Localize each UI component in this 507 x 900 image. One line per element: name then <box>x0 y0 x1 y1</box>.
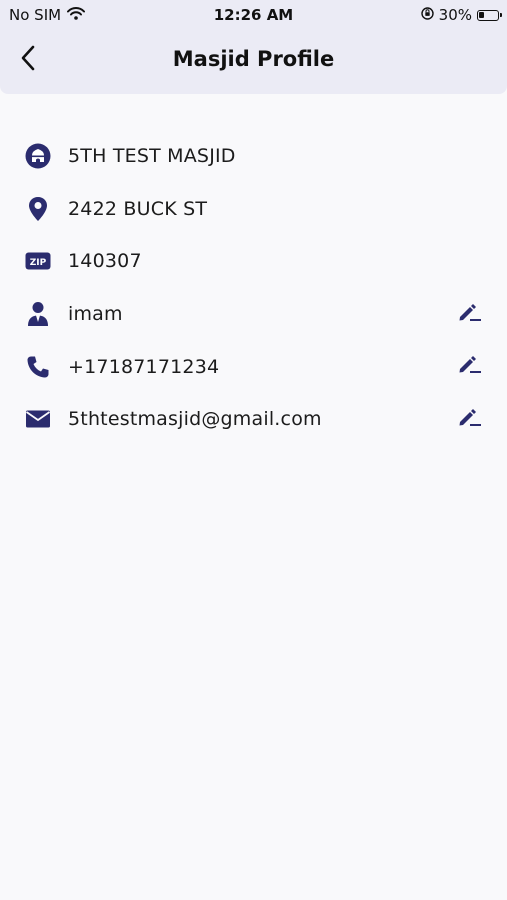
masjid-name-row: 5TH TEST MASJID <box>0 130 507 183</box>
zip-icon: ZIP <box>24 247 52 275</box>
battery-level <box>479 11 484 18</box>
imam-name: imam <box>68 303 123 326</box>
masjid-icon <box>24 142 52 170</box>
address: 2422 BUCK ST <box>68 197 208 220</box>
edit-icon <box>458 407 482 432</box>
email-row: 5thtestmasjid@gmail.com <box>0 393 507 446</box>
page-title: Masjid Profile <box>172 47 335 71</box>
status-right: 30% <box>420 6 502 24</box>
edit-email-button[interactable] <box>455 404 485 434</box>
edit-phone-button[interactable] <box>455 352 485 382</box>
battery-percent: 30% <box>438 6 472 24</box>
person-icon <box>24 300 52 328</box>
phone-row: +17187171234 <box>0 340 507 393</box>
edit-imam-button[interactable] <box>455 299 485 329</box>
zip-icon-label: ZIP <box>30 258 47 268</box>
screen: No SIM 12:26 AM 30% Masjid Profile 5TH T… <box>0 0 507 900</box>
phone-icon <box>24 353 52 381</box>
location-pin-icon <box>24 195 52 223</box>
mail-icon <box>24 405 52 433</box>
edit-icon <box>458 354 482 379</box>
imam-row: imam <box>0 288 507 341</box>
edit-icon <box>458 302 482 327</box>
nav-bar: Masjid Profile <box>0 30 507 94</box>
zip-code: 140307 <box>68 250 142 273</box>
orientation-lock-icon <box>420 6 434 24</box>
masjid-name: 5TH TEST MASJID <box>68 145 236 168</box>
address-row: 2422 BUCK ST <box>0 183 507 236</box>
status-bar: No SIM 12:26 AM 30% <box>0 0 507 30</box>
battery-icon <box>477 9 502 21</box>
email-address: 5thtestmasjid@gmail.com <box>68 408 322 431</box>
phone-number: +17187171234 <box>68 355 220 378</box>
profile-list: 5TH TEST MASJID 2422 BUCK ST ZIP 140307 <box>0 130 507 446</box>
zip-row: ZIP 140307 <box>0 235 507 288</box>
